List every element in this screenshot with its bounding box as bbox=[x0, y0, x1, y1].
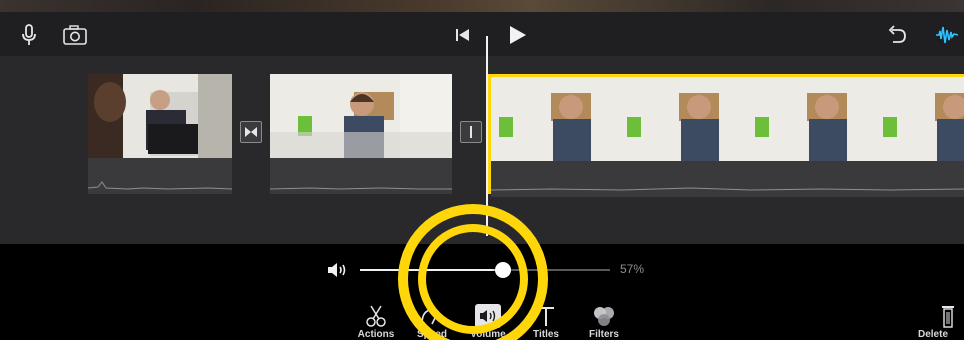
delete-button[interactable]: Delete bbox=[904, 304, 964, 340]
filters-icon bbox=[594, 307, 614, 326]
play-icon[interactable] bbox=[504, 22, 530, 48]
camera-icon[interactable] bbox=[62, 22, 88, 48]
crossfade-transition-icon bbox=[245, 127, 257, 137]
scissors-icon bbox=[366, 305, 386, 327]
speaker-icon[interactable] bbox=[326, 260, 348, 280]
clip-audio-waveform bbox=[269, 158, 452, 194]
imovie-editor: 57% Actions Speed Volume Titles Filters … bbox=[0, 0, 964, 340]
man-speaking-clip[interactable] bbox=[269, 74, 452, 194]
highlight-ring-inner bbox=[418, 224, 528, 334]
audio-waveform-icon[interactable] bbox=[934, 22, 960, 48]
filters-button[interactable]: Filters bbox=[574, 304, 634, 340]
transition-button[interactable] bbox=[460, 121, 482, 143]
wheelchair-interview-clip[interactable] bbox=[87, 74, 233, 194]
clip-audio-waveform bbox=[87, 158, 233, 194]
clip-audio-waveform bbox=[490, 161, 964, 197]
microphone-icon[interactable] bbox=[16, 22, 42, 48]
selected-man-speaking-clip[interactable] bbox=[488, 74, 964, 197]
transition-button[interactable] bbox=[240, 121, 262, 143]
clip-thumbnail bbox=[88, 74, 232, 158]
skip-to-start-icon[interactable] bbox=[450, 22, 476, 48]
video-preview-edge bbox=[0, 0, 964, 12]
trash-icon bbox=[942, 306, 954, 328]
clip-thumbnail bbox=[491, 77, 964, 161]
editor-toolbar bbox=[0, 12, 964, 56]
clip-thumbnail bbox=[270, 74, 452, 158]
undo-icon[interactable] bbox=[884, 22, 910, 48]
volume-percent: 57% bbox=[620, 262, 645, 276]
actions-button[interactable]: Actions bbox=[346, 304, 406, 340]
no-transition-icon bbox=[470, 126, 472, 138]
